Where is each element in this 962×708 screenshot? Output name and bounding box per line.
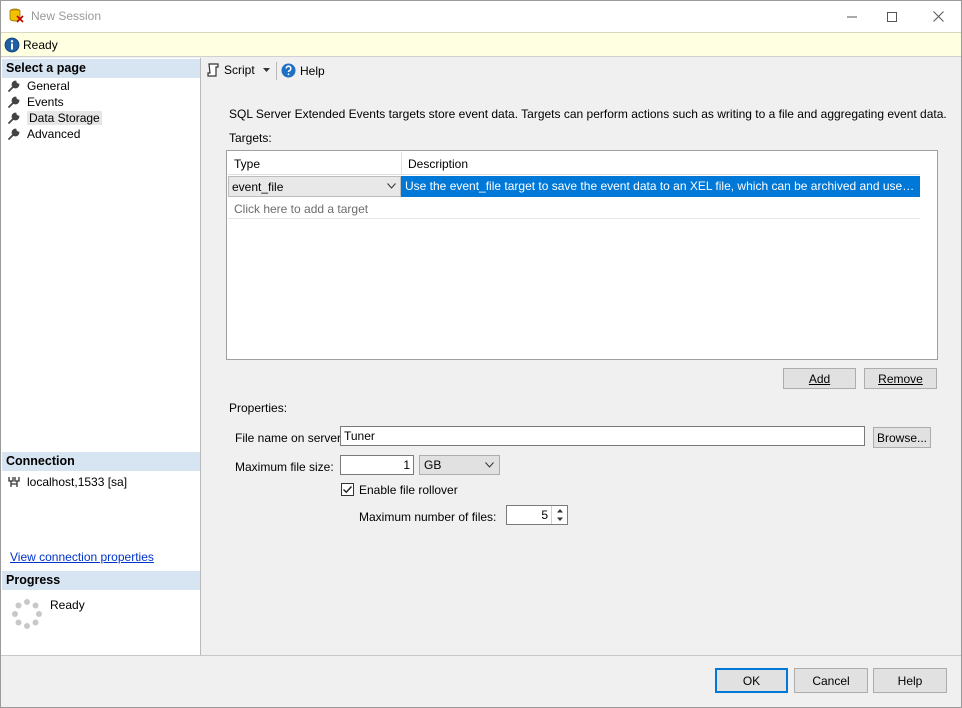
page-item-label: Events: [27, 95, 64, 109]
cancel-button[interactable]: Cancel: [794, 668, 868, 693]
column-header-description: Description: [408, 157, 469, 171]
max-file-size-input[interactable]: 1: [340, 455, 414, 475]
dialog-window: New Session Ready Select a page General …: [0, 0, 962, 708]
app-icon: [9, 8, 24, 23]
properties-label: Properties:: [229, 401, 288, 415]
grid-header: Type Description: [228, 152, 920, 175]
status-text: Ready: [23, 38, 58, 52]
help-label: Help: [300, 63, 325, 78]
cancel-button-label: Cancel: [812, 673, 850, 688]
target-type-value: event_file: [232, 180, 284, 194]
page-item-general[interactable]: General: [7, 78, 70, 94]
toolbar-separator: [276, 62, 277, 80]
page-item-label: Data Storage: [27, 111, 102, 125]
connection-icon: [8, 477, 20, 487]
script-button[interactable]: Script: [206, 63, 270, 77]
checkmark-icon: [343, 486, 353, 494]
file-name-input[interactable]: Tuner: [340, 426, 865, 446]
progress-header: Progress: [2, 571, 200, 590]
browse-button[interactable]: Browse...: [873, 427, 931, 448]
status-bar: Ready: [1, 32, 961, 57]
page-item-label: General: [27, 79, 70, 93]
targets-grid: Type Description event_file Use the even…: [226, 150, 938, 360]
ok-button[interactable]: OK: [715, 668, 788, 693]
script-icon: [207, 63, 219, 77]
chevron-down-icon: [485, 462, 494, 468]
script-label: Script: [224, 63, 255, 77]
minimize-icon: [847, 16, 857, 17]
size-unit-value: GB: [424, 458, 442, 472]
view-connection-properties-link[interactable]: View connection properties: [10, 550, 154, 564]
column-header-type: Type: [228, 152, 402, 175]
ok-button-label: OK: [742, 673, 761, 688]
help-icon: [281, 63, 296, 78]
help-button[interactable]: Help: [873, 668, 947, 693]
window-title: New Session: [31, 9, 102, 23]
target-type-select[interactable]: event_file: [228, 176, 401, 197]
description-text: SQL Server Extended Events targets store…: [229, 107, 947, 121]
max-files-value: 5: [541, 508, 548, 522]
dropdown-arrow-icon: [262, 68, 270, 72]
wrench-icon: [8, 128, 20, 140]
wrench-icon: [8, 96, 20, 108]
select-page-header: Select a page: [2, 59, 200, 78]
progress-spinner-icon: [12, 599, 42, 629]
max-file-size-label: Maximum file size:: [235, 460, 334, 474]
help-toolbar-button[interactable]: Help: [281, 63, 325, 78]
add-button[interactable]: Add: [783, 368, 856, 389]
close-icon: [932, 11, 944, 22]
rollover-label[interactable]: Enable file rollover: [359, 483, 458, 497]
progress-status: Ready: [50, 598, 85, 612]
close-window-button[interactable]: [915, 1, 961, 32]
wrench-icon: [8, 80, 20, 92]
help-button-label: Help: [897, 673, 923, 688]
page-item-events[interactable]: Events: [7, 94, 64, 110]
page-item-label: Advanced: [27, 127, 81, 141]
size-unit-select[interactable]: GB: [419, 455, 500, 475]
connection-value: localhost,1533 [sa]: [27, 475, 128, 489]
left-panel: Select a page General Events Data Storag…: [1, 58, 201, 655]
target-description-cell: Use the event_file target to save the ev…: [401, 176, 920, 197]
max-files-stepper[interactable]: 5: [506, 505, 568, 525]
max-files-label: Maximum number of files:: [359, 510, 497, 524]
remove-button[interactable]: Remove: [864, 368, 937, 389]
remove-button-label: Remove: [878, 371, 923, 386]
max-file-size-value: 1: [403, 458, 410, 472]
title-bar: New Session: [1, 1, 961, 32]
targets-label: Targets:: [229, 131, 272, 145]
info-icon: [4, 37, 20, 53]
connection-info: localhost,1533 [sa]: [7, 475, 127, 489]
maximize-button[interactable]: [869, 1, 915, 32]
browse-button-label: Browse...: [876, 430, 927, 445]
add-target-row[interactable]: Click here to add a target: [228, 197, 920, 219]
spin-up-icon[interactable]: [552, 506, 568, 515]
spin-down-icon[interactable]: [552, 515, 568, 524]
right-panel: Script Help SQL Server Extended Events t…: [202, 58, 961, 655]
maximize-icon: [887, 11, 897, 22]
page-item-advanced[interactable]: Advanced: [7, 126, 80, 142]
page-item-data-storage[interactable]: Data Storage: [7, 110, 102, 126]
toolbar: Script Help: [202, 58, 961, 84]
chevron-down-icon: [387, 183, 396, 189]
table-row[interactable]: event_file Use the event_file target to …: [228, 176, 920, 197]
file-name-label: File name on server:: [235, 431, 345, 445]
stepper-arrows[interactable]: [551, 506, 567, 524]
connection-header: Connection: [2, 452, 200, 471]
add-button-label: Add: [808, 371, 831, 386]
file-name-value: Tuner: [344, 429, 375, 443]
dialog-button-bar: OK Cancel Help: [1, 655, 961, 707]
rollover-checkbox[interactable]: [341, 483, 354, 496]
wrench-icon: [8, 112, 20, 124]
